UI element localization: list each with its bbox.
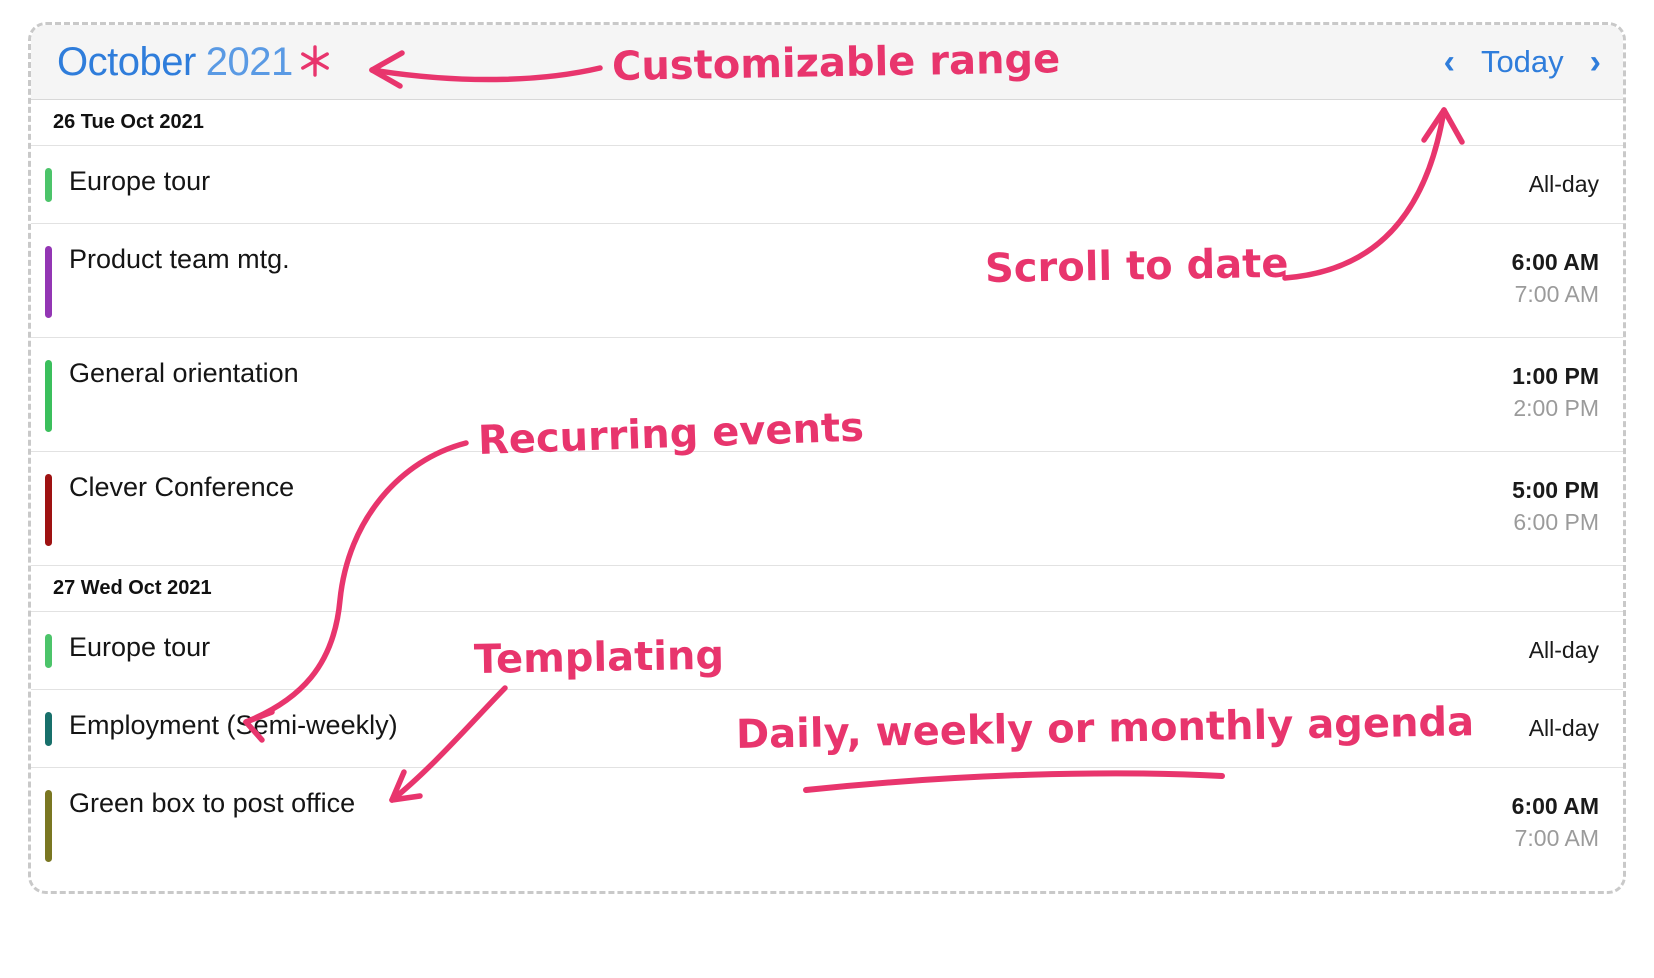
event-time-label: All-day bbox=[1528, 715, 1599, 741]
event-start-time: 1:00 PM bbox=[1512, 363, 1599, 389]
event-row[interactable]: Product team mtg. 6:00 AM 7:00 AM bbox=[31, 224, 1623, 338]
event-time: All-day bbox=[1459, 634, 1599, 666]
event-color-bar bbox=[45, 712, 52, 746]
screenshot-root: October 2021 ‹ Today › 26 Tue Oct 2021 E… bbox=[0, 0, 1654, 978]
event-color-bar bbox=[45, 790, 52, 862]
event-end-time: 7:00 AM bbox=[1514, 825, 1599, 852]
calendar-nav: ‹ Today › bbox=[1444, 44, 1601, 80]
calendar-header: October 2021 ‹ Today › bbox=[31, 25, 1623, 100]
day-header: 27 Wed Oct 2021 bbox=[31, 566, 1623, 612]
event-title: Europe tour bbox=[69, 632, 211, 662]
calendar-widget: October 2021 ‹ Today › 26 Tue Oct 2021 E… bbox=[28, 22, 1626, 894]
event-row[interactable]: Green box to post office 6:00 AM 7:00 AM bbox=[31, 768, 1623, 882]
event-color-bar bbox=[45, 634, 52, 668]
event-time: All-day bbox=[1459, 712, 1599, 744]
event-row[interactable]: Clever Conference 5:00 PM 6:00 PM bbox=[31, 452, 1623, 566]
event-end-time: 6:00 PM bbox=[1513, 509, 1599, 536]
event-row[interactable]: Employment (Semi-weekly) All-day bbox=[31, 690, 1623, 768]
event-title: Europe tour bbox=[69, 166, 211, 196]
prev-arrow-icon[interactable]: ‹ bbox=[1444, 45, 1455, 79]
event-start-time: 5:00 PM bbox=[1512, 477, 1599, 503]
event-color-bar bbox=[45, 360, 52, 432]
event-color-bar bbox=[45, 168, 52, 202]
event-title: Green box to post office bbox=[69, 788, 356, 818]
event-color-bar bbox=[45, 246, 52, 318]
event-end-time: 2:00 PM bbox=[1513, 395, 1599, 422]
day-header: 26 Tue Oct 2021 bbox=[31, 100, 1623, 146]
event-start-time: 6:00 AM bbox=[1511, 249, 1599, 275]
event-time: All-day bbox=[1459, 168, 1599, 200]
event-time: 6:00 AM 7:00 AM bbox=[1459, 790, 1599, 854]
title-year: 2021 bbox=[205, 39, 293, 84]
event-time: 6:00 AM 7:00 AM bbox=[1459, 246, 1599, 310]
event-title: General orientation bbox=[69, 358, 299, 388]
title-month: October bbox=[57, 39, 196, 84]
event-title: Employment (Semi-weekly) bbox=[69, 710, 398, 740]
event-start-time: 6:00 AM bbox=[1511, 793, 1599, 819]
event-title: Product team mtg. bbox=[69, 244, 290, 274]
event-color-bar bbox=[45, 474, 52, 546]
event-end-time: 7:00 AM bbox=[1514, 281, 1599, 308]
event-title: Clever Conference bbox=[69, 472, 295, 502]
event-row[interactable]: Europe tour All-day bbox=[31, 612, 1623, 690]
next-arrow-icon[interactable]: › bbox=[1590, 45, 1601, 79]
today-button[interactable]: Today bbox=[1481, 44, 1564, 80]
event-row[interactable]: Europe tour All-day bbox=[31, 146, 1623, 224]
event-time: 5:00 PM 6:00 PM bbox=[1459, 474, 1599, 538]
event-time-label: All-day bbox=[1528, 171, 1599, 197]
agenda-list: 26 Tue Oct 2021 Europe tour All-day Prod… bbox=[31, 100, 1623, 882]
event-time-label: All-day bbox=[1528, 637, 1599, 663]
event-row[interactable]: General orientation 1:00 PM 2:00 PM bbox=[31, 338, 1623, 452]
page-title[interactable]: October 2021 bbox=[57, 40, 333, 85]
asterisk-icon bbox=[300, 44, 329, 77]
event-time: 1:00 PM 2:00 PM bbox=[1459, 360, 1599, 424]
